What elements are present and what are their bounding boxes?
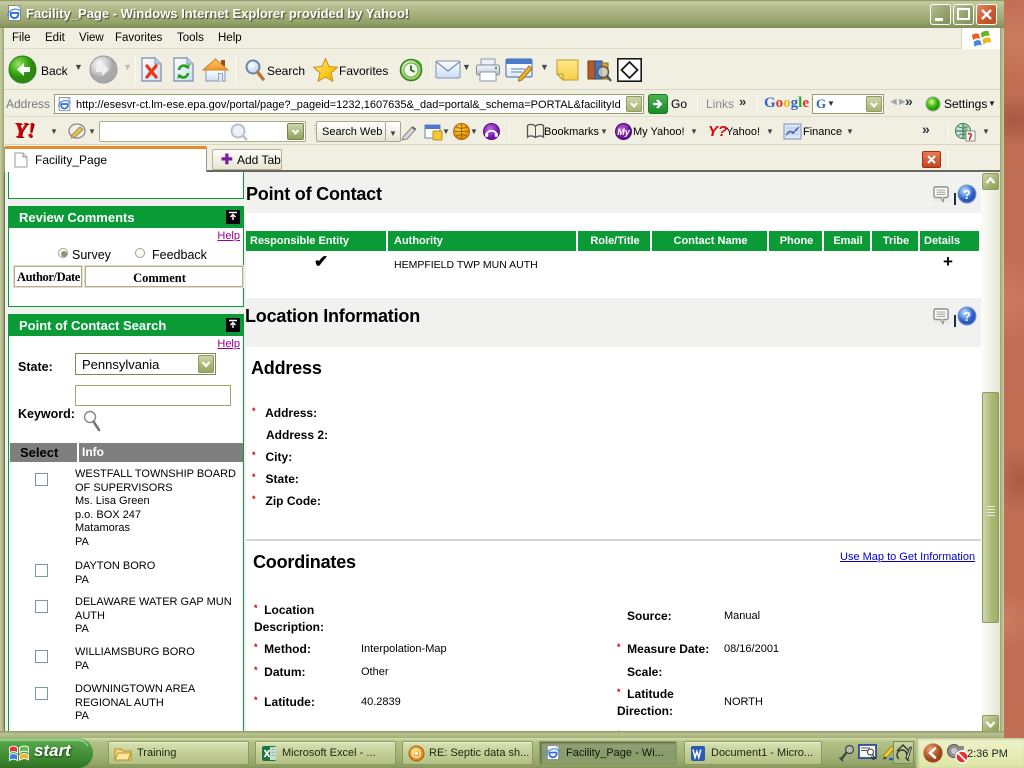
svg-text:?: ? bbox=[963, 309, 971, 324]
svg-text:My: My bbox=[617, 127, 630, 137]
svg-text:?: ? bbox=[963, 187, 971, 202]
